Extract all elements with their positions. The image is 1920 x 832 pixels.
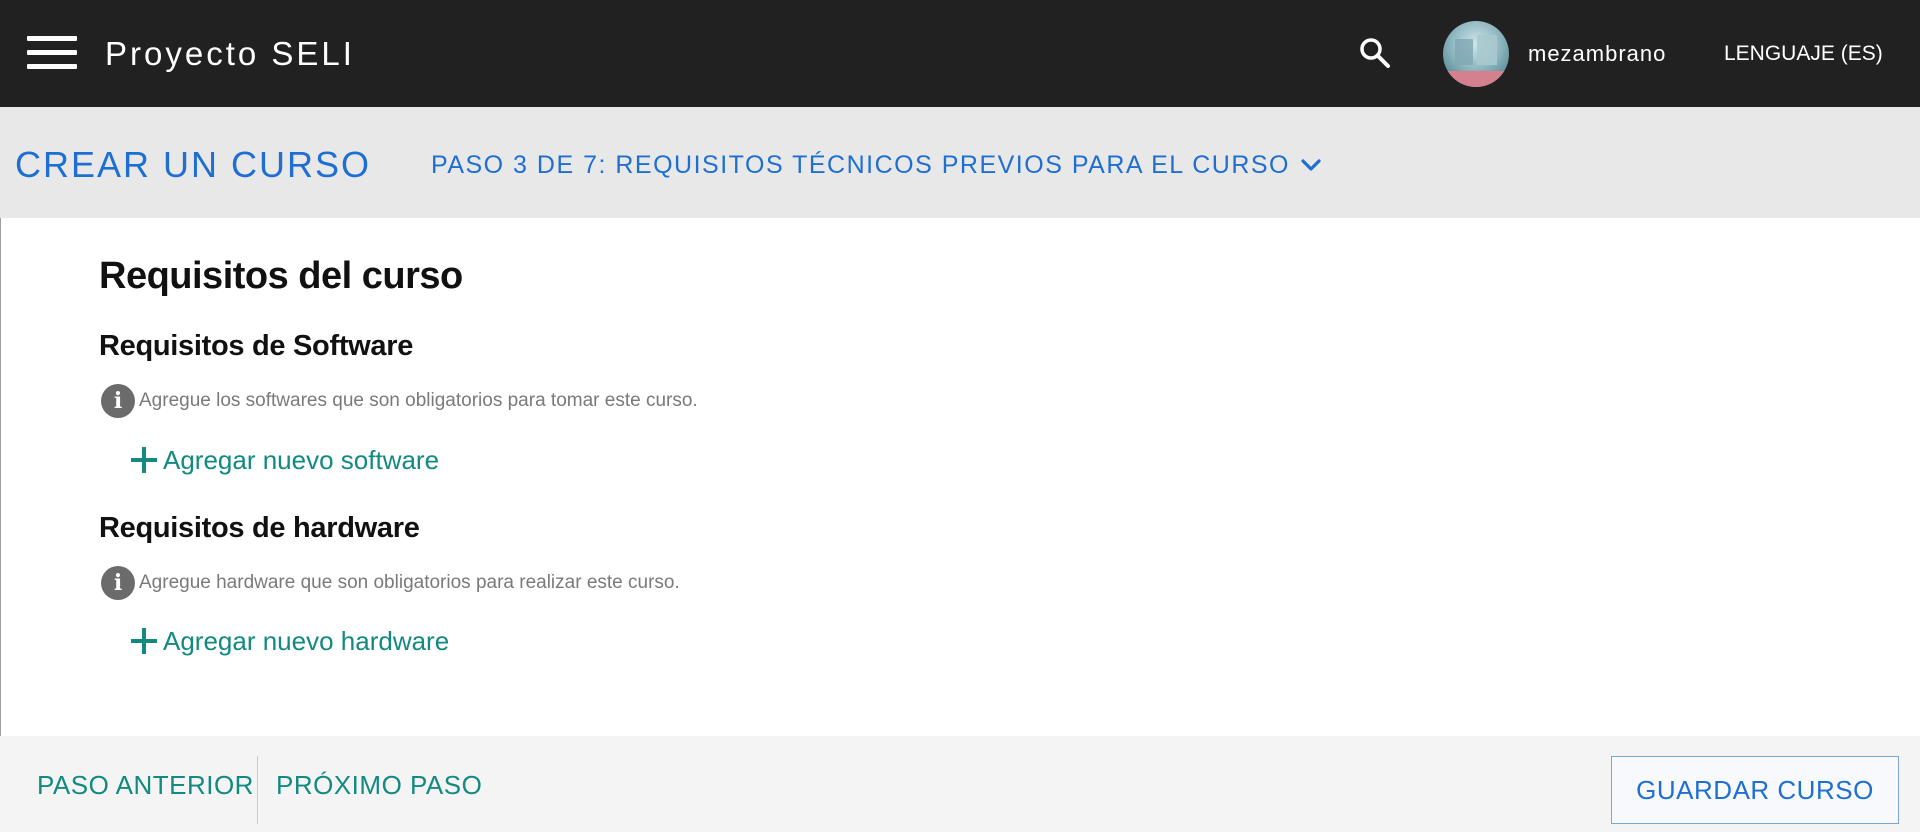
avatar-detail — [1455, 39, 1473, 65]
avatar[interactable] — [1443, 21, 1509, 87]
next-step-button[interactable]: PRÓXIMO PASO — [276, 768, 482, 802]
avatar-detail — [1477, 35, 1497, 65]
menu-icon-line — [27, 50, 77, 55]
save-course-button[interactable]: GUARDAR CURSO — [1611, 756, 1899, 824]
software-info-text: Agregue los softwares que son obligatori… — [139, 390, 698, 411]
plus-icon — [131, 628, 157, 654]
search-icon[interactable] — [1358, 36, 1392, 70]
requirements-panel: Requisitos del curso Requisitos de Softw… — [0, 218, 1920, 736]
add-software-button[interactable]: Agregar nuevo software — [131, 442, 439, 478]
page-title: CREAR UN CURSO — [15, 144, 372, 185]
previous-step-button[interactable]: PASO ANTERIOR — [37, 768, 254, 802]
chevron-down-icon — [1300, 154, 1322, 176]
language-button[interactable]: LENGUAJE (ES) — [1724, 39, 1883, 69]
avatar-detail — [1443, 71, 1509, 87]
app-bar: Proyecto SELI mezambrano LENGUAJE (ES) — [0, 0, 1920, 107]
section-heading: Requisitos del curso — [99, 255, 463, 297]
menu-icon-line — [27, 36, 77, 41]
current-step-label: PASO 3 DE 7: REQUISITOS TÉCNICOS PREVIOS… — [431, 151, 1290, 179]
app-title[interactable]: Proyecto SELI — [105, 34, 355, 74]
menu-icon-line — [27, 64, 77, 69]
step-header: CREAR UN CURSO PASO 3 DE 7: REQUISITOS T… — [0, 107, 1920, 218]
hardware-info-text: Agregue hardware que son obligatorios pa… — [139, 572, 680, 593]
footer-divider — [257, 756, 258, 824]
menu-icon[interactable] — [27, 34, 77, 72]
add-software-label: Agregar nuevo software — [163, 445, 440, 475]
info-icon: i — [101, 566, 135, 600]
step-footer: PASO ANTERIOR PRÓXIMO PASO GUARDAR CURSO — [0, 736, 1920, 832]
save-course-label: GUARDAR CURSO — [1636, 774, 1874, 805]
software-heading: Requisitos de Software — [99, 330, 414, 362]
hardware-info: i Agregue hardware que son obligatorios … — [101, 566, 680, 600]
add-hardware-label: Agregar nuevo hardware — [163, 626, 450, 656]
info-icon: i — [101, 384, 135, 418]
software-info: i Agregue los softwares que son obligato… — [101, 384, 698, 418]
step-selector[interactable]: PASO 3 DE 7: REQUISITOS TÉCNICOS PREVIOS… — [431, 145, 1322, 185]
add-hardware-button[interactable]: Agregar nuevo hardware — [131, 623, 449, 659]
hardware-heading: Requisitos de hardware — [99, 512, 420, 544]
username[interactable]: mezambrano — [1528, 39, 1666, 69]
plus-icon — [131, 447, 157, 473]
